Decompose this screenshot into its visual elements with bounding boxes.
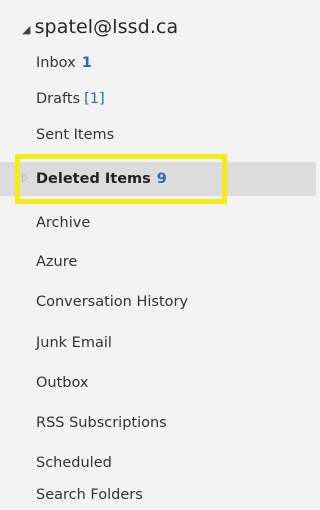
folder-label: Conversation History <box>36 294 189 310</box>
expand-arrow-icon[interactable] <box>22 173 28 183</box>
unread-count: 1 <box>81 55 92 71</box>
unread-count: 9 <box>156 171 167 187</box>
folder-label: Deleted Items <box>36 171 151 187</box>
folder-label: Outbox <box>36 375 89 391</box>
folder-label: Scheduled <box>36 455 112 471</box>
folder-label: RSS Subscriptions <box>36 415 167 431</box>
account-header[interactable]: ◢ spatel@lssd.ca <box>22 12 178 42</box>
folder-label: Sent Items <box>36 127 115 143</box>
folder-sent-items[interactable]: Sent Items <box>0 118 316 152</box>
folder-drafts[interactable]: Drafts [1] <box>0 82 316 116</box>
folder-pane: ◢ spatel@lssd.ca Inbox 1 Drafts [1] Sent… <box>0 0 316 510</box>
folder-outbox[interactable]: Outbox <box>0 366 316 400</box>
folder-label: Drafts <box>36 91 81 107</box>
folder-rss-subscriptions[interactable]: RSS Subscriptions <box>0 406 316 440</box>
folder-azure[interactable]: Azure <box>0 245 316 279</box>
folder-label: Inbox <box>36 55 76 71</box>
folder-label: Search Folders <box>36 487 143 503</box>
folder-inbox[interactable]: Inbox 1 <box>0 46 316 80</box>
folder-search-folders[interactable]: Search Folders <box>0 478 316 510</box>
triangle-down-icon[interactable]: ◢ <box>22 23 31 36</box>
folder-archive[interactable]: Archive <box>0 206 316 240</box>
folder-conversation-history[interactable]: Conversation History <box>0 285 316 319</box>
account-name: spatel@lssd.ca <box>34 16 179 38</box>
folder-deleted-items[interactable]: Deleted Items 9 <box>0 162 316 196</box>
folder-scheduled[interactable]: Scheduled <box>0 446 316 480</box>
folder-label: Azure <box>36 254 78 270</box>
draft-count: [1] <box>84 91 105 107</box>
folder-junk-email[interactable]: Junk Email <box>0 326 316 360</box>
folder-label: Archive <box>36 215 91 231</box>
folder-label: Junk Email <box>36 335 112 351</box>
